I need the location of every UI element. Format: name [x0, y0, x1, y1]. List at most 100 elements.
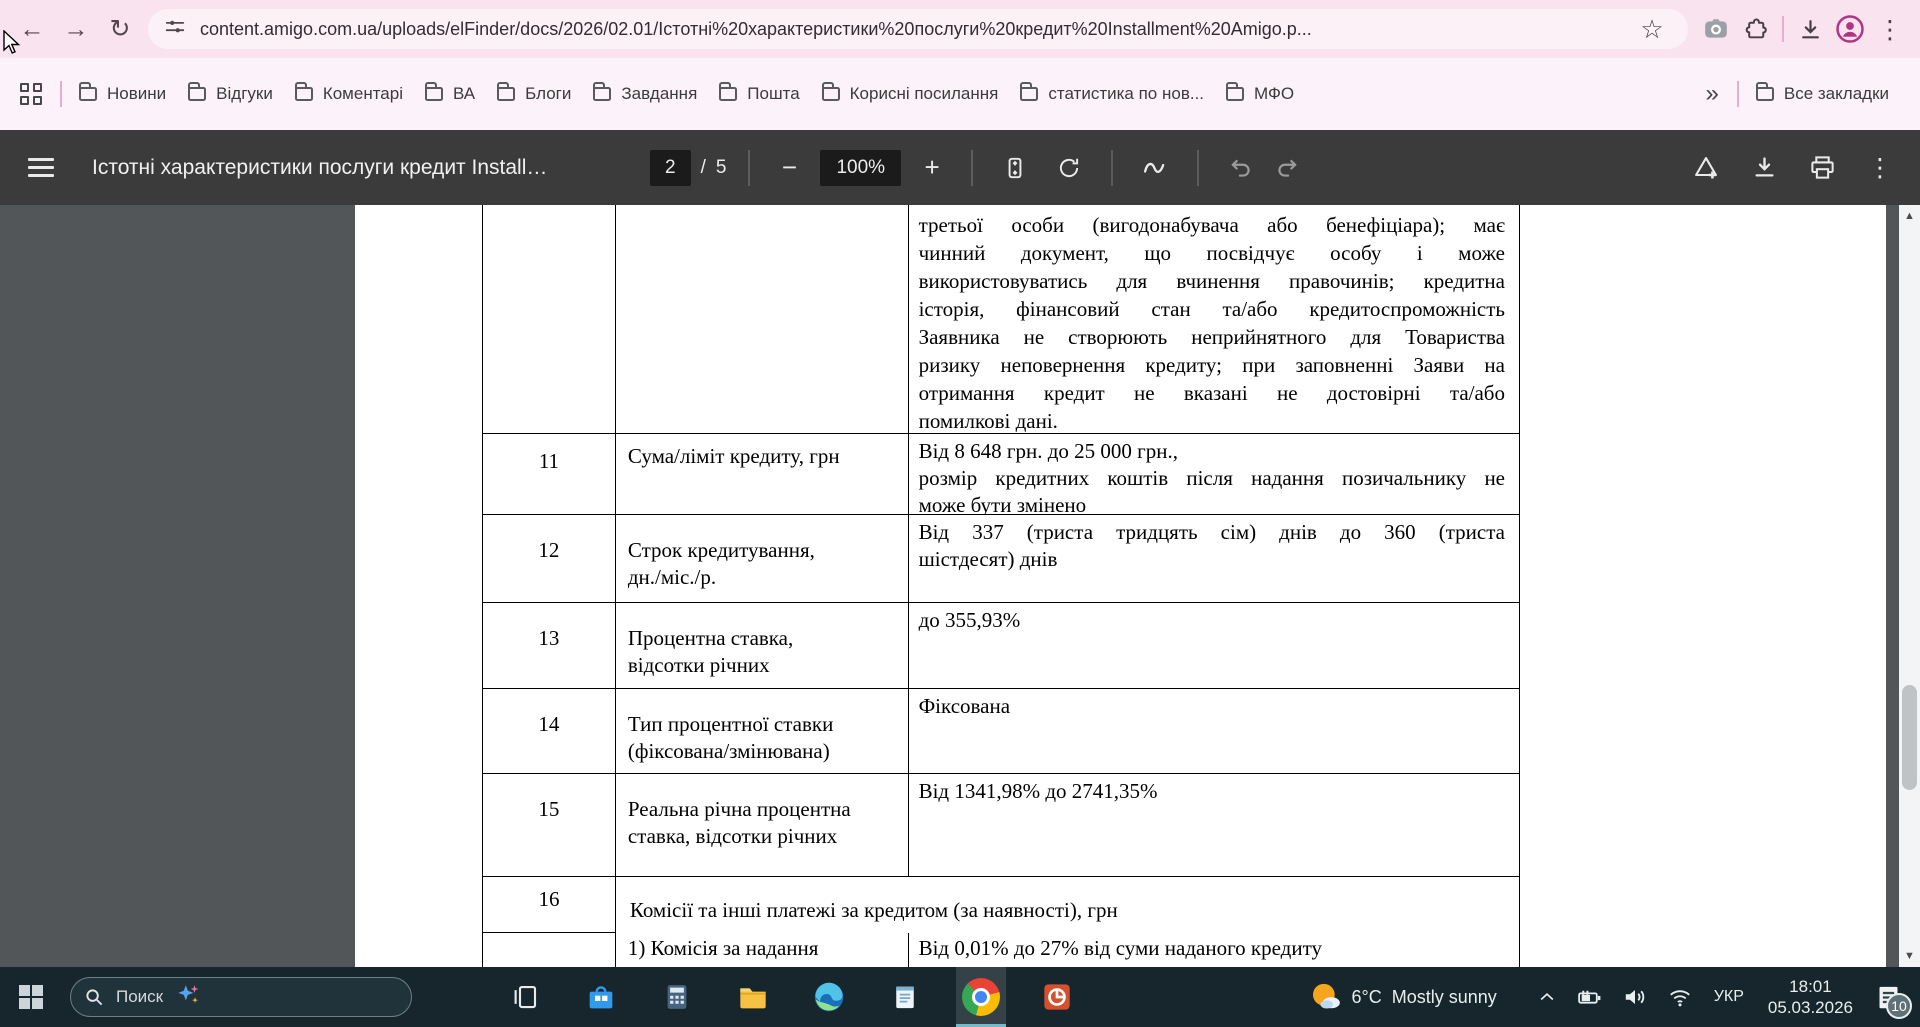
pdf-menu-icon[interactable] — [28, 158, 54, 177]
speaker-icon[interactable] — [1622, 984, 1648, 1010]
pdf-viewer-area: третьої особи (вигодонабувача або бенефі… — [0, 205, 1920, 967]
zoom-out-button[interactable]: − — [772, 152, 806, 183]
toolbar-divider — [1782, 16, 1784, 42]
toolbar-separator — [748, 149, 751, 186]
battery-icon[interactable] — [1576, 984, 1603, 1011]
windows-taskbar: Поиск 6°C Mostly sunny УКР 18:01 05.03.2… — [0, 967, 1920, 1027]
redo-icon[interactable] — [1267, 148, 1307, 188]
task-view-button[interactable] — [500, 967, 550, 1027]
bookmarks-divider — [60, 81, 62, 107]
windows-logo-icon — [19, 985, 43, 1009]
page-number-input[interactable]: 2 — [650, 149, 691, 186]
microsoft-store-button[interactable] — [576, 967, 626, 1027]
network-wifi-icon[interactable] — [1667, 984, 1693, 1010]
folder-icon — [821, 82, 840, 101]
notification-count-badge: 10 — [1886, 992, 1912, 1019]
undo-icon[interactable] — [1221, 148, 1261, 188]
notepad-button[interactable] — [880, 967, 930, 1027]
continuation-text: третьої особи (вигодонабувача або бенефі… — [909, 205, 1520, 433]
reload-icon: ↻ — [109, 15, 131, 43]
forward-button[interactable]: → — [54, 7, 98, 51]
search-highlights-icon[interactable] — [175, 982, 201, 1013]
table-row-continuation: третьої особи (вигодонабувача або бенефі… — [483, 205, 1520, 434]
folder-icon — [497, 82, 516, 101]
weather-widget[interactable]: 6°C Mostly sunny — [1309, 981, 1497, 1013]
bookmark-folder-poshta[interactable]: Пошта — [708, 76, 810, 112]
bookmark-folder-statystyka[interactable]: статистика по нов... — [1009, 76, 1215, 112]
powerpoint-button[interactable] — [1032, 967, 1082, 1027]
screenshot-camera-icon[interactable] — [1696, 9, 1736, 49]
clock-widget[interactable]: 18:01 05.03.2026 — [1768, 976, 1853, 1018]
chrome-icon — [962, 978, 1000, 1016]
site-info-icon[interactable] — [164, 16, 186, 43]
browser-toolbar: ← → ↻ content.amigo.com.ua/uploads/elFin… — [0, 0, 1920, 58]
folder-icon — [593, 82, 612, 101]
toolbar-separator — [971, 149, 974, 186]
edge-browser-button[interactable] — [804, 967, 854, 1027]
start-button[interactable] — [0, 967, 62, 1027]
reload-button[interactable]: ↻ — [98, 7, 142, 51]
rotate-icon[interactable] — [1049, 148, 1089, 188]
folder-icon — [1020, 82, 1039, 101]
folder-icon — [79, 82, 97, 101]
annotate-pen-icon[interactable] — [1135, 148, 1175, 188]
bookmark-star-icon[interactable]: ☆ — [1632, 9, 1672, 49]
print-icon[interactable] — [1802, 148, 1842, 188]
browser-menu-icon[interactable]: ⋮ — [1870, 9, 1910, 49]
weather-temperature: 6°C — [1351, 986, 1382, 1007]
pdf-toolbar: Істотні характеристики послуги кредит In… — [0, 130, 1920, 205]
vertical-scrollbar[interactable]: ▲ ▼ — [1899, 205, 1920, 967]
zoom-level-input[interactable]: 100% — [820, 149, 902, 186]
all-bookmarks-button[interactable]: Все закладки — [1745, 76, 1900, 112]
bookmark-folder-vidguky[interactable]: Відгуки — [177, 76, 284, 112]
scrollbar-thumb[interactable] — [1902, 685, 1917, 790]
downloads-icon[interactable] — [1790, 9, 1830, 49]
address-bar[interactable]: content.amigo.com.ua/uploads/elFinder/do… — [148, 9, 1688, 49]
url-text[interactable]: content.amigo.com.ua/uploads/elFinder/do… — [200, 19, 1618, 40]
table-row-13: 13 Процентна ставка, відсотки річних до … — [483, 603, 1520, 689]
forward-icon: → — [63, 14, 89, 43]
profile-avatar[interactable] — [1830, 9, 1870, 49]
pdf-page: третьої особи (вигодонабувача або бенефі… — [355, 205, 1886, 967]
mouse-cursor — [2, 29, 24, 61]
bookmarks-overflow-icon[interactable]: » — [1694, 80, 1731, 108]
taskbar-search-input[interactable]: Поиск — [70, 977, 412, 1017]
bookmarks-bar: Новини Відгуки Коментарі ВА Блоги Завдан… — [0, 58, 1920, 130]
bookmark-folder-novyny[interactable]: Новини — [68, 76, 177, 112]
bookmark-folder-komentari[interactable]: Коментарі — [284, 76, 414, 112]
folder-icon — [1755, 82, 1774, 101]
calculator-button[interactable] — [652, 967, 702, 1027]
scroll-up-icon[interactable]: ▲ — [1899, 205, 1920, 227]
bookmark-folder-mfo[interactable]: МФО — [1215, 76, 1305, 112]
action-center-button[interactable]: 10 — [1875, 984, 1912, 1019]
table-row-12: 12 Строк кредитування, дн./міс./р. Від 3… — [483, 515, 1520, 603]
bookmark-folder-korysni[interactable]: Корисні посилання — [811, 76, 1010, 112]
toolbar-separator — [1197, 149, 1200, 186]
extensions-puzzle-icon[interactable] — [1736, 9, 1776, 49]
add-annotation-icon[interactable] — [1686, 148, 1726, 188]
file-explorer-button[interactable] — [728, 967, 778, 1027]
search-icon — [86, 988, 103, 1005]
scroll-down-icon[interactable]: ▼ — [1899, 945, 1920, 967]
toolbar-separator — [1111, 149, 1114, 186]
language-indicator[interactable]: УКР — [1714, 988, 1744, 1006]
bookmark-folder-va[interactable]: ВА — [414, 76, 486, 112]
table-row-16: 16 Комісії та інші платежі за кредитом (… — [483, 877, 1520, 933]
apps-grid-icon[interactable] — [20, 83, 42, 105]
clock-time: 18:01 — [1789, 977, 1832, 996]
table-row-16-1: 1) Комісія за надання кредиту Від 0,01% … — [483, 933, 1520, 967]
zoom-in-button[interactable]: + — [915, 152, 949, 183]
tray-chevron-icon[interactable] — [1537, 987, 1557, 1007]
folder-icon — [1226, 82, 1245, 101]
bookmark-folder-zavdannya[interactable]: Завдання — [582, 76, 708, 112]
chrome-browser-button[interactable] — [956, 967, 1006, 1027]
characteristics-table: третьої особи (вигодонабувача або бенефі… — [482, 205, 1520, 967]
download-icon[interactable] — [1744, 148, 1784, 188]
table-row-14: 14 Тип процентної ставки (фіксована/змін… — [483, 689, 1520, 774]
clock-date: 05.03.2026 — [1767, 998, 1853, 1017]
fit-to-page-icon[interactable] — [995, 148, 1035, 188]
table-row-15: 15 Реальна річна процентна ставка, відсо… — [483, 774, 1520, 877]
pdf-more-icon[interactable]: ⋮ — [1860, 148, 1900, 188]
page-separator: / — [700, 156, 706, 178]
bookmark-folder-blogy[interactable]: Блоги — [486, 76, 582, 112]
